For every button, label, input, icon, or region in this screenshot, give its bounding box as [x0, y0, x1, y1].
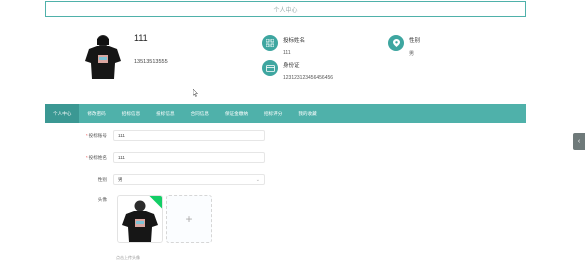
info-idcard: 身份证 123123123456456456	[262, 60, 333, 81]
side-collapse-tab[interactable]: ‹	[573, 133, 585, 150]
nav-item-bid-info[interactable]: 投标信息	[148, 104, 182, 123]
top-nav: 个人中心 修改密码 招标信息 投标信息 合同信息 保证金缴纳 招标评分 我的收藏	[45, 104, 526, 123]
page-title: 个人中心	[273, 7, 298, 14]
avatar-label: 头像	[97, 197, 107, 202]
nav-item-contract[interactable]: 合同信息	[183, 104, 217, 123]
info-gender-value: 男	[409, 51, 415, 57]
info-idcard-value: 123123123456456456	[283, 75, 334, 81]
info-name-label: 投标姓名	[283, 38, 306, 44]
account-label: 投标账号	[88, 132, 107, 138]
info-idcard-label: 身份证	[283, 63, 300, 69]
gender-label: 性别	[97, 176, 107, 182]
uploaded-avatar-thumb[interactable]	[117, 195, 163, 243]
form-row-avatar: 头像	[40, 197, 113, 203]
profile-phone: 13513513555	[134, 59, 168, 65]
form-row-account: *投标账号 111	[40, 130, 265, 141]
name-input[interactable]: 111	[113, 152, 265, 163]
profile-avatar	[81, 31, 126, 81]
grid-icon	[262, 35, 278, 51]
nav-item-scoring[interactable]: 招标评分	[256, 104, 290, 123]
nav-item-profile[interactable]: 个人中心	[45, 104, 80, 123]
profile-name: 111	[134, 33, 148, 43]
info-gender: 性别 男	[388, 35, 420, 57]
upload-button[interactable]: +	[166, 195, 212, 243]
nav-item-favorites[interactable]: 我的收藏	[290, 104, 324, 123]
nav-item-tender-info[interactable]: 招标信息	[114, 104, 148, 123]
account-input[interactable]: 111	[113, 130, 265, 141]
required-mark: *	[85, 132, 88, 138]
location-icon	[388, 35, 404, 51]
info-name-value: 111	[283, 50, 291, 56]
gender-select[interactable]: 男 ⌄	[113, 174, 265, 185]
form-row-name: *投标姓名 111	[40, 152, 265, 163]
required-mark: *	[85, 154, 88, 160]
upload-hint: 点击上传头像	[116, 255, 140, 260]
profile-card: 111 13513513555 投标姓名 111 性别 男 身份证 123123…	[45, 17, 526, 103]
plus-icon: +	[185, 212, 193, 226]
chevron-down-icon: ⌄	[255, 177, 260, 183]
info-name: 投标姓名 111	[262, 35, 305, 56]
gender-select-value: 男	[118, 176, 123, 182]
form-row-gender: 性别 男 ⌄	[40, 174, 265, 185]
mouse-cursor-icon	[192, 84, 199, 102]
nav-item-deposit[interactable]: 保证金缴纳	[217, 104, 256, 123]
nav-item-password[interactable]: 修改密码	[79, 104, 113, 123]
id-card-icon	[262, 60, 278, 76]
chevron-left-icon: ‹	[577, 138, 581, 145]
page-header: 个人中心	[45, 1, 526, 17]
info-gender-label: 性别	[409, 38, 421, 44]
name-label: 投标姓名	[88, 154, 107, 160]
